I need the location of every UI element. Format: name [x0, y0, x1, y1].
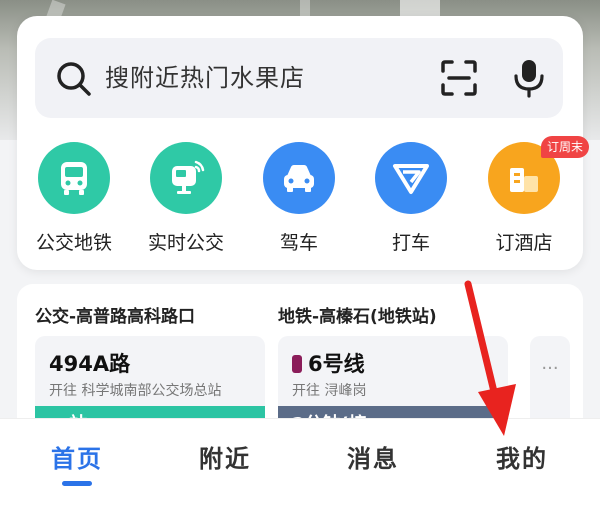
bus-icon — [61, 162, 87, 195]
scan-icon[interactable] — [439, 58, 479, 98]
metro-route-name: 6号线 — [308, 352, 365, 376]
bus-route-direction: 开往 科学城南部公交场总站 — [49, 383, 222, 399]
shortcut-circle — [375, 142, 447, 214]
shortcut-label: 打车 — [391, 232, 430, 254]
tab-mine[interactable]: 我的 — [467, 439, 577, 499]
metro-route-direction: 开往 浔峰岗 — [292, 383, 367, 399]
shortcut-circle — [38, 142, 110, 214]
shortcut-label: 实时公交 — [147, 232, 224, 254]
tab-label: 首页 — [51, 445, 103, 473]
shortcut-label: 公交地铁 — [35, 232, 112, 254]
tab-label: 消息 — [347, 445, 399, 473]
shortcut-label: 驾车 — [279, 232, 318, 254]
bus-stop-title[interactable]: 公交-高普路高科路口 — [35, 302, 195, 327]
metro-station-title[interactable]: 地铁-高榛石(地铁站) — [278, 302, 437, 327]
car-icon — [284, 165, 314, 192]
taxi-icon — [393, 164, 429, 194]
tab-home[interactable]: 首页 — [22, 439, 132, 499]
shortcut-label: 订酒店 — [495, 232, 553, 254]
shortcut-grid: 公交地铁 实时公交 驾车 打车 订周末 订酒店 — [17, 136, 590, 262]
search-input[interactable]: 搜附近热门水果店 — [105, 60, 305, 96]
metro-route-name-wrap: 6号线 — [292, 348, 365, 378]
tab-label: 我的 — [496, 445, 548, 473]
search-icon — [57, 62, 91, 96]
bus-route-name: 494A路 — [49, 352, 131, 376]
shortcut-circle — [150, 142, 222, 214]
hotel-icon — [510, 168, 538, 192]
tab-nearby[interactable]: 附近 — [170, 439, 280, 499]
shortcut-circle — [263, 142, 335, 214]
tab-label: 附近 — [199, 445, 251, 473]
tab-messages[interactable]: 消息 — [318, 439, 428, 499]
search-card: 搜附近热门水果店 公交地铁 实时公交 驾车 打车 订周末 订酒店 — [17, 16, 590, 270]
shortcut-bus-metro[interactable]: 公交地铁 — [19, 142, 129, 260]
realtime-bus-icon — [172, 160, 205, 194]
search-bar[interactable]: 搜附近热门水果店 — [35, 38, 563, 118]
shortcut-drive[interactable]: 驾车 — [244, 142, 354, 260]
shortcut-realtime-bus[interactable]: 实时公交 — [131, 142, 241, 260]
microphone-icon[interactable] — [511, 58, 547, 98]
metro-line-color-marker — [292, 355, 302, 373]
nearby-transit-card: 公交-高普路高科路口 494A路 开往 科学城南部公交场总站 △ 站 地铁-高榛… — [17, 284, 583, 434]
bottom-tab-bar: 首页 附近 消息 我的 — [0, 418, 600, 515]
active-tab-indicator — [62, 481, 92, 486]
shortcut-hotel[interactable]: 订周末 订酒店 — [469, 136, 590, 260]
shortcut-taxi[interactable]: 打车 — [356, 142, 466, 260]
weekend-badge: 订周末 — [541, 136, 590, 158]
